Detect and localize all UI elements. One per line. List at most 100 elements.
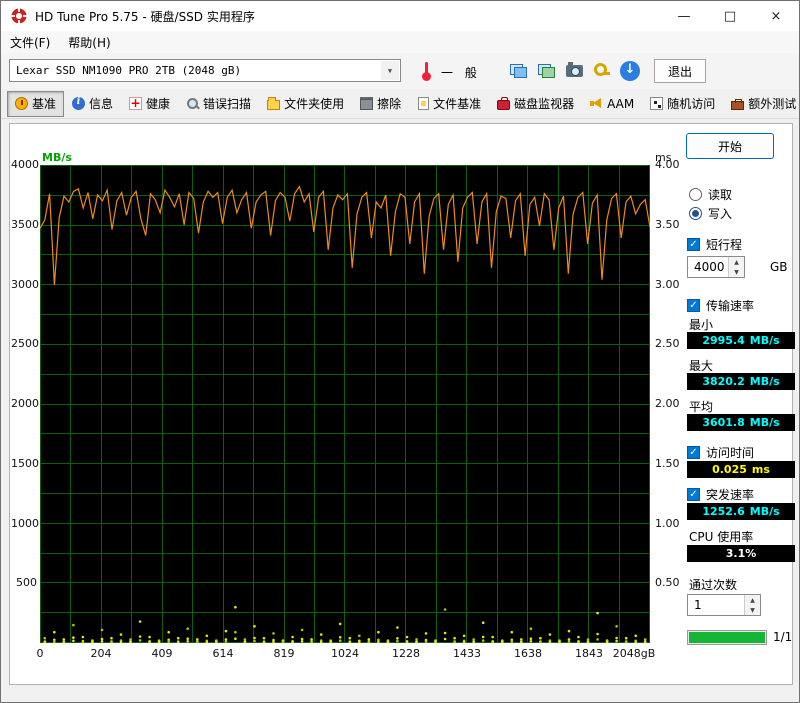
tab-benchmark[interactable]: 基准: [7, 91, 64, 117]
transfer-rate-row: 传输速率: [687, 297, 754, 314]
access-time-dot: [482, 621, 485, 624]
access-time-dot: [511, 631, 514, 634]
min-value-box: 2995.4MB/s: [687, 332, 795, 349]
tab-folder[interactable]: 文件夹使用: [259, 91, 352, 117]
menu-help[interactable]: 帮助(H): [59, 31, 119, 53]
access-time-dot: [301, 638, 304, 641]
access-time-dot: [349, 637, 352, 640]
progress-bar: [687, 630, 767, 645]
minimize-button[interactable]: —: [661, 1, 707, 31]
tab-health[interactable]: 健康: [121, 91, 178, 117]
access-time-dot: [615, 625, 618, 628]
access-time-dot: [549, 633, 552, 636]
progress-bar-fill: [689, 632, 765, 643]
drive-select[interactable]: Lexar SSD NM1090 PRO 2TB (2048 gB): [9, 59, 401, 82]
access-time-dot: [253, 640, 256, 643]
menu-file[interactable]: 文件(F): [1, 31, 59, 53]
close-button[interactable]: ×: [753, 1, 799, 31]
access-time-dot: [101, 638, 104, 641]
benchmark-icon: [15, 97, 28, 110]
scan-icon: [186, 97, 199, 110]
access-time-value-box: 0.025ms: [687, 461, 795, 478]
access-time-dot: [139, 620, 142, 623]
tab-info[interactable]: 信息: [64, 91, 121, 117]
short-stroke-label: 短行程: [706, 236, 742, 253]
short-stroke-input[interactable]: 4000: [687, 256, 745, 278]
camera-button[interactable]: [562, 59, 586, 83]
copy-window-button[interactable]: [534, 59, 558, 83]
access-time-dot: [72, 640, 75, 643]
info-icon: [72, 97, 85, 110]
maximize-button[interactable]: □: [707, 1, 753, 31]
filebench-icon: [418, 97, 429, 110]
app-icon: [11, 8, 27, 24]
spinner-down-icon[interactable]: [745, 605, 760, 615]
cpu-usage-label: CPU 使用率: [689, 528, 753, 545]
thermometer-icon: [422, 62, 431, 81]
y-left-tick: 3500: [11, 218, 37, 231]
update-button[interactable]: [618, 59, 642, 83]
y-right-tick: 3.00: [655, 278, 687, 291]
tab-monitor[interactable]: 磁盘监视器: [489, 91, 582, 117]
toolbar-icon-group: [506, 59, 642, 83]
y-left-tick: 2500: [11, 337, 37, 350]
x-axis-tick: 204: [77, 647, 125, 660]
short-stroke-checkbox[interactable]: [687, 238, 700, 251]
access-time-checkbox[interactable]: [687, 446, 700, 459]
access-time-label: 访问时间: [706, 444, 754, 461]
copy-screen-button[interactable]: [506, 59, 530, 83]
exit-button[interactable]: 退出: [654, 59, 706, 83]
tab-scan[interactable]: 错误扫描: [178, 91, 259, 117]
access-time-dot: [530, 627, 533, 630]
short-stroke-spinner[interactable]: [728, 257, 744, 277]
benchmark-chart-svg: [40, 165, 650, 643]
access-time-dot: [596, 612, 599, 615]
x-axis-tick: 2048gB: [610, 647, 658, 660]
access-time-dot: [186, 640, 189, 643]
access-time-dot: [615, 637, 618, 640]
access-time-dot: [358, 635, 361, 638]
access-time-dot: [72, 624, 75, 627]
tab-filebench[interactable]: 文件基准: [409, 91, 489, 117]
tab-extra[interactable]: 额外测试: [723, 91, 800, 117]
keys-button[interactable]: [590, 59, 614, 83]
burst-rate-checkbox[interactable]: [687, 488, 700, 501]
access-time-dot: [339, 623, 342, 626]
tab-aam[interactable]: AAM: [582, 91, 642, 117]
access-time-dot: [167, 640, 170, 643]
access-time-dot: [530, 637, 533, 640]
access-time-dot: [82, 636, 85, 639]
access-time-dot: [186, 627, 189, 630]
pass-count-input[interactable]: 1: [687, 594, 761, 616]
access-time-dot: [53, 631, 56, 634]
access-time-dot: [396, 626, 399, 629]
tab-label: AAM: [607, 97, 634, 111]
spinner-up-icon[interactable]: [729, 257, 744, 267]
transfer-rate-checkbox[interactable]: [687, 299, 700, 312]
start-button[interactable]: 开始: [686, 133, 774, 159]
max-value-box: 3820.2MB/s: [687, 373, 795, 390]
copy-screen-icon: [510, 64, 527, 78]
spinner-down-icon[interactable]: [729, 267, 744, 277]
aam-icon: [590, 97, 603, 110]
tab-random[interactable]: 随机访问: [642, 91, 723, 117]
spinner-up-icon[interactable]: [745, 595, 760, 605]
access-time-dot: [453, 637, 456, 640]
access-time-dot: [101, 640, 104, 643]
y-left-tick: 1000: [11, 517, 37, 530]
access-time-dot: [444, 638, 447, 641]
tab-erase[interactable]: 擦除: [352, 91, 409, 117]
access-time-dot: [625, 637, 628, 640]
tab-label: 擦除: [377, 95, 401, 112]
y-left-tick: 2000: [11, 397, 37, 410]
access-time-dot: [225, 630, 228, 633]
max-unit: MB/s: [750, 375, 780, 388]
avg-value: 3601.8: [702, 416, 744, 429]
chevron-down-icon[interactable]: [381, 61, 399, 80]
write-radio[interactable]: [689, 207, 702, 220]
read-radio[interactable]: [689, 188, 702, 201]
access-time-dot: [539, 637, 542, 640]
transfer-rate-label: 传输速率: [706, 297, 754, 314]
pass-count-spinner[interactable]: [744, 595, 760, 615]
access-time-dot: [234, 631, 237, 634]
